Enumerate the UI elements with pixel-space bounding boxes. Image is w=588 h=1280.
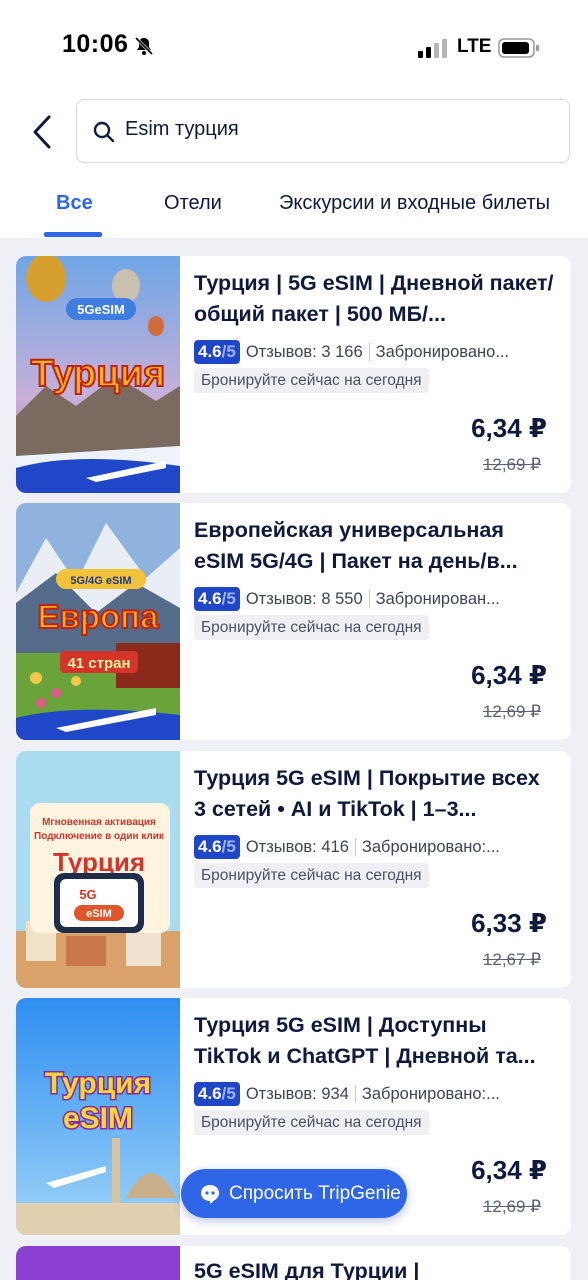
signal-icon [418,39,447,58]
result-title[interactable]: Турция 5G eSIM | Доступны TikTok и ChatG… [194,1010,554,1072]
image-label: Турция [45,1067,151,1100]
ask-tripgenie-button[interactable]: Спросить TripGenie [181,1169,407,1218]
product-image: Мгновенная активация Подключение в один … [16,751,180,988]
product-image [16,1246,180,1280]
result-card[interactable]: 5G/4G eSIM Европа 41 стран Европейская у… [16,503,571,740]
result-title[interactable]: Турция 5G eSIM | Покрытие всех 3 сетей •… [194,763,554,825]
old-price: 12,69 ₽ [482,1197,541,1216]
status-time: 10:06 [62,30,129,58]
result-meta: 4.6/5 Отзывов: 8 550 Забронирован... [194,587,554,611]
product-image: 5G/4G eSIM Европа 41 стран [16,503,180,740]
tab-hotels[interactable]: Отели [164,192,222,215]
image-label: Европа [38,598,160,635]
divider [368,343,370,361]
result-card[interactable]: 5GeSIM Турция Турция | 5G eSIM | Дневной… [16,256,571,493]
battery-icon [498,38,539,58]
header: 10:06 LTE Esim турция Все Отели Экскурси… [0,0,588,238]
rating-badge: 4.6/5 [194,1082,240,1106]
image-sublabel: 41 стран [67,655,130,672]
active-tab-indicator [44,232,102,237]
bell-off-icon [134,36,154,56]
product-image: 5GeSIM Турция [16,256,180,493]
booked-count: Забронировано... [375,342,510,361]
image-line1: Мгновенная активация [42,817,156,828]
image-badge: 5G/4G eSIM [70,575,131,587]
result-card[interactable]: Мгновенная активация Подключение в один … [16,751,571,988]
network-type: LTE [457,36,492,57]
price: 6,34 ₽ [471,1155,547,1185]
booked-count: Забронировано:... [361,837,500,856]
image-label: Турция [53,847,145,877]
result-card[interactable]: 5G eSIM для Турции | [16,1246,571,1280]
image-badge: 5G [79,887,96,902]
image-badge2: eSIM [86,908,112,920]
reviews-count: Отзывов: 8 550 [245,589,363,608]
back-arrow-icon [33,115,51,149]
product-image: Турция eSIM [16,998,180,1235]
divider [354,1085,356,1103]
tab-all[interactable]: Все [56,192,93,215]
rating-badge: 4.6/5 [194,835,240,859]
search-query: Esim турция [125,118,239,140]
old-price: 12,69 ₽ [482,455,541,474]
result-meta: 4.6/5 Отзывов: 416 Забронировано:... [194,835,554,859]
reviews-count: Отзывов: 416 [245,837,349,856]
availability-tag: Бронируйте сейчас на сегодня [194,863,429,888]
price: 6,34 ₽ [471,660,547,690]
result-title[interactable]: Турция | 5G eSIM | Дневной пакет/общий п… [194,268,554,330]
result-title[interactable]: 5G eSIM для Турции | [194,1256,554,1280]
result-meta: 4.6/5 Отзывов: 934 Забронировано:... [194,1082,554,1106]
price: 6,34 ₽ [471,413,547,443]
image-line2: Подключение в один клик [34,831,165,842]
image-label2: eSIM [63,1102,133,1135]
booked-count: Забронировано:... [361,1084,500,1103]
old-price: 12,69 ₽ [482,702,541,721]
search-input[interactable]: Esim турция [76,99,570,163]
chat-bot-icon [201,1184,219,1204]
old-price: 12,67 ₽ [482,950,541,969]
result-meta: 4.6/5 Отзывов: 3 166 Забронировано... [194,340,554,364]
booked-count: Забронирован... [375,589,500,608]
availability-tag: Бронируйте сейчас на сегодня [194,615,429,640]
tab-excursions[interactable]: Экскурсии и входные билеты [279,192,550,215]
reviews-count: Отзывов: 3 166 [245,342,363,361]
price: 6,33 ₽ [471,908,547,938]
rating-badge: 4.6/5 [194,340,240,364]
back-button[interactable] [24,108,60,156]
availability-tag: Бронируйте сейчас на сегодня [194,1110,429,1135]
result-title[interactable]: Европейская универсальная eSIM 5G/4G | П… [194,515,554,577]
rating-badge: 4.6/5 [194,587,240,611]
availability-tag: Бронируйте сейчас на сегодня [194,368,429,393]
divider [368,590,370,608]
ask-tripgenie-label: Спросить TripGenie [229,1182,401,1204]
search-icon [93,121,115,143]
reviews-count: Отзывов: 934 [245,1084,349,1103]
image-label: Турция [31,353,166,395]
divider [354,838,356,856]
image-badge: 5GeSIM [77,302,125,317]
